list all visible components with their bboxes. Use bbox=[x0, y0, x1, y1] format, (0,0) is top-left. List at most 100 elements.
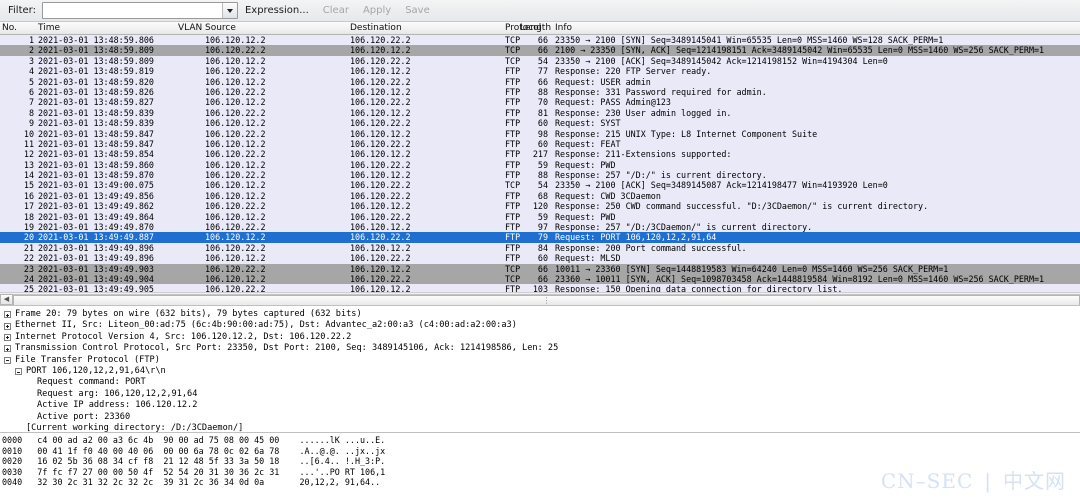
cell-time: 2021-03-01 13:48:59.839 bbox=[38, 118, 154, 129]
detail-tree-item[interactable]: [Current working directory: /D:/3CDaemon… bbox=[2, 423, 1080, 432]
scrollbar-thumb[interactable]: ⋮ bbox=[13, 294, 1080, 305]
detail-tree-label: Active port: 23360 bbox=[37, 411, 131, 422]
table-row[interactable]: 24 2021-03-01 13:49:49.904 106.120.12.2 106… bbox=[0, 273, 1080, 285]
detail-tree-item[interactable]: Active port: 23360 bbox=[2, 412, 1080, 423]
table-row[interactable]: 17 2021-03-01 13:49:49.862 106.120.22.2 106… bbox=[0, 201, 1080, 212]
detail-tree-item[interactable]: Ethernet II, Src: Liteon_00:ad:75 (6c:4b… bbox=[2, 320, 1080, 331]
table-row[interactable]: 14 2021-03-01 13:48:59.870 106.120.22.2 106… bbox=[0, 170, 1080, 181]
cell-info: 23350 → 2100 [ACK] Seq=3489145087 Ack=12… bbox=[555, 180, 888, 191]
cell-dst: 106.120.12.2 bbox=[350, 45, 411, 56]
table-row[interactable]: 3 2021-03-01 13:48:59.809 106.120.12.2 106.… bbox=[0, 55, 1080, 67]
table-row[interactable]: 4 2021-03-01 13:48:59.819 106.120.22.2 106.… bbox=[0, 66, 1080, 77]
table-row[interactable]: 23 2021-03-01 13:49:49.903 106.120.22.2 106… bbox=[0, 263, 1080, 274]
expand-icon[interactable] bbox=[4, 345, 11, 353]
detail-tree-item[interactable]: Request arg: 106,120,12,2,91,64 bbox=[2, 389, 1080, 400]
save-button[interactable]: Save bbox=[398, 1, 437, 21]
cell-src: 106.120.12.2 bbox=[205, 190, 266, 201]
cell-dst: 106.120.22.2 bbox=[350, 273, 411, 284]
expand-icon[interactable] bbox=[4, 311, 11, 319]
cell-src: 106.120.22.2 bbox=[205, 263, 266, 274]
column-header-info[interactable]: Info bbox=[555, 23, 572, 33]
cell-dst: 106.120.22.2 bbox=[350, 190, 411, 201]
table-row[interactable]: 18 2021-03-01 13:49:49.864 106.120.12.2 106… bbox=[0, 211, 1080, 223]
table-row[interactable]: 5 2021-03-01 13:48:59.820 106.120.12.2 106.… bbox=[0, 76, 1080, 87]
expand-icon[interactable] bbox=[4, 322, 11, 330]
packet-bytes-pane[interactable]: 0000 c4 00 ad a2 00 a3 6c 4b 90 00 ad 75… bbox=[0, 433, 1080, 500]
column-header-length[interactable]: Length bbox=[520, 23, 551, 33]
hex-dump-line[interactable]: 0000 c4 00 ad a2 00 a3 6c 4b 90 00 ad 75… bbox=[2, 435, 1080, 446]
table-row[interactable]: 6 2021-03-01 13:48:59.826 106.120.22.2 106.… bbox=[0, 86, 1080, 98]
cell-src: 106.120.22.2 bbox=[205, 242, 266, 253]
table-row[interactable]: 15 2021-03-01 13:49:00.075 106.120.12.2 106… bbox=[0, 180, 1080, 191]
cell-dst: 106.120.12.2 bbox=[350, 107, 411, 118]
cell-len: 66 bbox=[537, 35, 548, 45]
column-header-vlan[interactable]: VLAN bbox=[178, 23, 202, 33]
table-row[interactable]: 1 2021-03-01 13:48:59.806 106.120.12.2 106.… bbox=[0, 35, 1080, 46]
cell-time: 2021-03-01 13:49:49.896 bbox=[38, 242, 154, 253]
detail-tree-item[interactable]: PORT 106,120,12,2,91,64\r\n bbox=[2, 366, 1080, 377]
cell-dst: 106.120.22.2 bbox=[350, 180, 411, 191]
table-row[interactable]: 22 2021-03-01 13:49:49.896 106.120.12.2 106… bbox=[0, 253, 1080, 264]
table-row[interactable]: 16 2021-03-01 13:49:49.856 106.120.12.2 106… bbox=[0, 190, 1080, 202]
column-header-no[interactable]: No. bbox=[2, 23, 17, 33]
cell-info: 2100 → 23350 [SYN, ACK] Seq=1214198151 A… bbox=[555, 45, 1045, 56]
cell-no: 10 bbox=[23, 128, 34, 139]
packet-list-column-header[interactable]: No. Time VLAN Source Destination Protocol Leng… bbox=[0, 22, 1080, 35]
table-row[interactable]: 13 2021-03-01 13:48:59.860 106.120.12.2 106… bbox=[0, 159, 1080, 171]
cell-time: 2021-03-01 13:48:59.809 bbox=[38, 55, 154, 66]
cell-len: 84 bbox=[537, 242, 548, 253]
column-header-time[interactable]: Time bbox=[38, 23, 60, 33]
filter-toolbar: Filter: Expression... Clear Apply Save bbox=[0, 0, 1080, 22]
packet-list-rows[interactable]: 1 2021-03-01 13:48:59.806 106.120.12.2 106.… bbox=[0, 35, 1080, 305]
packet-list-horizontal-scrollbar[interactable]: ◀ ⋮ bbox=[0, 292, 1080, 305]
table-row[interactable]: 7 2021-03-01 13:48:59.827 106.120.12.2 106.… bbox=[0, 97, 1080, 108]
cell-no: 9 bbox=[28, 118, 34, 129]
cell-time: 2021-03-01 13:48:59.819 bbox=[38, 66, 154, 77]
cell-len: 59 bbox=[537, 211, 548, 222]
cell-len: 60 bbox=[537, 253, 548, 264]
cell-dst: 106.120.22.2 bbox=[350, 159, 411, 170]
packet-details-pane[interactable]: Frame 20: 79 bytes on wire (632 bits), 7… bbox=[0, 306, 1080, 433]
column-header-source[interactable]: Source bbox=[205, 23, 236, 33]
table-row[interactable]: 21 2021-03-01 13:49:49.896 106.120.22.2 106… bbox=[0, 242, 1080, 254]
cell-no: 12 bbox=[23, 149, 34, 160]
hex-dump-line[interactable]: 0010 00 41 1f f0 40 00 40 06 00 00 6a 78… bbox=[2, 446, 1080, 457]
detail-tree-item[interactable]: Request command: PORT bbox=[2, 377, 1080, 388]
table-row[interactable]: 2 2021-03-01 13:48:59.809 106.120.22.2 106.… bbox=[0, 45, 1080, 56]
collapse-icon[interactable] bbox=[4, 356, 11, 364]
table-row[interactable]: 20 2021-03-01 13:49:49.887 106.120.12.2 106… bbox=[0, 232, 1080, 243]
detail-tree-item[interactable]: Transmission Control Protocol, Src Port:… bbox=[2, 343, 1080, 354]
filter-dropdown-button[interactable] bbox=[221, 3, 237, 18]
table-row[interactable]: 19 2021-03-01 13:49:49.870 106.120.22.2 106… bbox=[0, 222, 1080, 233]
cell-info: Request: MLSD bbox=[555, 253, 621, 264]
clear-button[interactable]: Clear bbox=[316, 1, 356, 21]
cell-info: 23360 → 10011 [SYN, ACK] Seq=1098703458 … bbox=[555, 273, 1045, 284]
detail-tree-item[interactable]: Active IP address: 106.120.12.2 bbox=[2, 400, 1080, 411]
table-row[interactable]: 9 2021-03-01 13:48:59.839 106.120.12.2 106.… bbox=[0, 118, 1080, 129]
expression-button[interactable]: Expression... bbox=[238, 1, 316, 21]
filter-input[interactable] bbox=[42, 3, 237, 18]
packet-list-pane[interactable]: No. Time VLAN Source Destination Protocol Leng… bbox=[0, 22, 1080, 306]
scroll-left-icon[interactable]: ◀ bbox=[0, 293, 13, 305]
cell-dst: 106.120.12.2 bbox=[350, 201, 411, 212]
table-row[interactable]: 10 2021-03-01 13:48:59.847 106.120.22.2 106… bbox=[0, 128, 1080, 139]
detail-tree-item[interactable]: Internet Protocol Version 4, Src: 106.12… bbox=[2, 332, 1080, 343]
scrollbar-track[interactable]: ⋮ bbox=[13, 293, 1080, 305]
table-row[interactable]: 11 2021-03-01 13:48:59.847 106.120.12.2 106… bbox=[0, 138, 1080, 150]
cell-len: 66 bbox=[537, 76, 548, 87]
table-row[interactable]: 8 2021-03-01 13:48:59.839 106.120.22.2 106.… bbox=[0, 107, 1080, 119]
table-row[interactable]: 12 2021-03-01 13:48:59.854 106.120.22.2 106… bbox=[0, 149, 1080, 160]
column-header-destination[interactable]: Destination bbox=[350, 23, 402, 33]
apply-button[interactable]: Apply bbox=[356, 1, 398, 21]
cell-info: Response: 200 Port command successful. bbox=[555, 242, 747, 253]
detail-tree-item[interactable]: Frame 20: 79 bytes on wire (632 bits), 7… bbox=[2, 309, 1080, 320]
cell-dst: 106.120.22.2 bbox=[350, 253, 411, 264]
expand-icon[interactable] bbox=[4, 333, 11, 341]
cell-len: 98 bbox=[537, 128, 548, 139]
watermark-text: CN–SEC | 中文网 bbox=[880, 469, 1066, 493]
detail-tree-item[interactable]: File Transfer Protocol (FTP) bbox=[2, 355, 1080, 366]
cell-src: 106.120.12.2 bbox=[205, 159, 266, 170]
cell-len: 60 bbox=[537, 118, 548, 129]
filter-input-wrapper[interactable] bbox=[41, 2, 238, 19]
collapse-icon[interactable] bbox=[15, 368, 22, 376]
